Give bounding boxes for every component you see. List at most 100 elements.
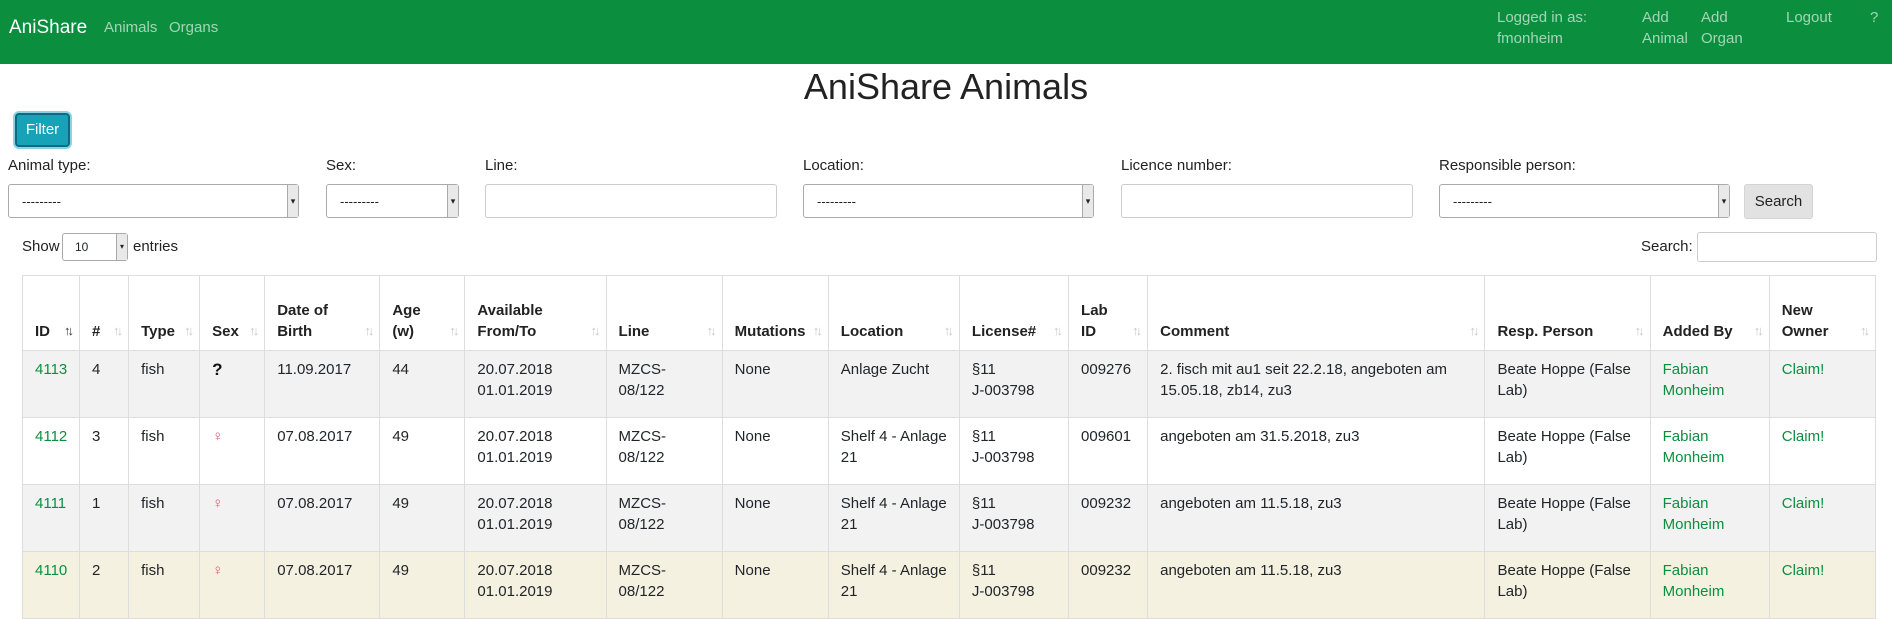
license-text: §11 xyxy=(971,428,996,445)
chevron-down-icon: ▾ xyxy=(1718,185,1729,217)
location-text: Shelf 4 - Anlage xyxy=(840,495,947,512)
col-header-available[interactable]: Available From/To ↑↓ xyxy=(464,275,607,351)
chevron-down-icon: ▾ xyxy=(1082,185,1093,217)
cell-mutations: None xyxy=(721,417,829,485)
location-select[interactable]: --------- ▾ xyxy=(803,184,1094,218)
logged-in-info: Logged in as: fmonheim xyxy=(1497,7,1587,49)
add-animal-label-1: Add xyxy=(1642,9,1669,26)
claim-link[interactable]: Claim! xyxy=(1782,361,1825,378)
add-organ-link[interactable]: Add Organ xyxy=(1701,7,1743,49)
animal-id-link[interactable]: 4110 xyxy=(35,562,67,579)
license-text: J-003798 xyxy=(971,382,1035,399)
col-label: (w) xyxy=(392,323,414,340)
col-header-new-owner[interactable]: New Owner ↑↓ xyxy=(1768,275,1877,351)
col-header-dob[interactable]: Date of Birth ↑↓ xyxy=(264,275,381,351)
cell-comment: angeboten am 11.5.18, zu3 xyxy=(1147,551,1486,619)
entries-select[interactable]: 10 ▾ xyxy=(62,233,128,261)
sort-icon: ↑↓ xyxy=(812,323,823,338)
show-label: Show xyxy=(22,238,60,255)
female-icon: ♀ xyxy=(212,428,224,445)
added-by-last: Monheim xyxy=(1662,516,1725,533)
cell-added-by: Fabian Monheim xyxy=(1649,350,1770,418)
resp-text: Beate Hoppe (False xyxy=(1497,361,1631,378)
col-header-resp[interactable]: Resp. Person ↑↓ xyxy=(1484,275,1651,351)
sex-select[interactable]: --------- ▾ xyxy=(326,184,459,218)
col-header-age[interactable]: Age (w) ↑↓ xyxy=(379,275,466,351)
cell-num: 2 xyxy=(79,551,130,619)
col-header-labid[interactable]: Lab ID ↑↓ xyxy=(1068,275,1149,351)
table-row: 4113 4 fish ? 11.09.2017 44 20.07.2018 01… xyxy=(21,350,1877,418)
licence-input[interactable] xyxy=(1121,184,1413,218)
sort-icon: ↑↓ xyxy=(249,323,259,338)
col-header-comment[interactable]: Comment ↑↓ xyxy=(1147,275,1486,351)
col-label: Added By xyxy=(1662,323,1733,340)
col-header-line[interactable]: Line ↑↓ xyxy=(605,275,723,351)
cell-age: 44 xyxy=(379,350,466,418)
license-text: J-003798 xyxy=(971,449,1035,466)
col-label: # xyxy=(92,323,101,340)
filter-button[interactable]: Filter xyxy=(15,113,70,147)
cell-age: 49 xyxy=(379,417,466,485)
added-by-link[interactable]: Fabian Monheim xyxy=(1663,359,1757,401)
added-by-link[interactable]: Fabian Monheim xyxy=(1663,493,1757,535)
cell-comment: angeboten am 11.5.18, zu3 xyxy=(1147,484,1486,552)
cell-resp: Beate Hoppe (False Lab) xyxy=(1484,417,1651,485)
col-header-added-by[interactable]: Added By ↑↓ xyxy=(1649,275,1770,351)
entries-value: 10 xyxy=(75,240,89,254)
table-search-input[interactable] xyxy=(1697,232,1877,262)
cell-num: 3 xyxy=(79,417,130,485)
animal-id-link[interactable]: 4112 xyxy=(35,428,67,445)
cell-location: Anlage Zucht xyxy=(827,350,960,418)
logout-link[interactable]: Logout xyxy=(1786,7,1832,28)
help-link[interactable]: ? xyxy=(1870,7,1878,28)
added-by-link[interactable]: Fabian Monheim xyxy=(1663,426,1757,468)
col-label: Mutations xyxy=(734,323,806,340)
cell-line: MZCS-08/122 xyxy=(605,484,723,552)
comment-text: 2. fisch mit au1 seit 22.2.18, angeboten… xyxy=(1160,361,1447,378)
cell-license: §11 J-003798 xyxy=(958,551,1070,619)
col-header-id[interactable]: ID ↑↓ xyxy=(21,275,81,351)
line-label: Line: xyxy=(485,157,518,174)
chevron-down-icon: ▾ xyxy=(116,234,127,260)
claim-link[interactable]: Claim! xyxy=(1782,495,1825,512)
claim-link[interactable]: Claim! xyxy=(1782,428,1825,445)
col-header-mutations[interactable]: Mutations ↑↓ xyxy=(721,275,829,351)
sort-icon: ↑↓ xyxy=(1053,323,1063,338)
animal-id-link[interactable]: 4111 xyxy=(35,495,66,512)
cell-labid: 009232 xyxy=(1068,484,1149,552)
col-header-location[interactable]: Location ↑↓ xyxy=(827,275,960,351)
brand-logo[interactable]: AniShare xyxy=(9,17,87,39)
sort-icon: ↑↓ xyxy=(1634,323,1645,338)
nav-link-animals[interactable]: Animals xyxy=(104,17,157,38)
claim-link[interactable]: Claim! xyxy=(1782,562,1825,579)
cell-id: 4110 xyxy=(21,551,81,619)
col-header-license[interactable]: License# ↑↓ xyxy=(958,275,1070,351)
table-row: 4112 3 fish ♀ 07.08.2017 49 20.07.2018 01… xyxy=(21,417,1877,485)
col-label: From/To xyxy=(477,323,537,340)
cell-available: 20.07.2018 01.01.2019 xyxy=(464,350,607,418)
col-header-sex[interactable]: Sex ↑↓ xyxy=(199,275,266,351)
cell-dob: 07.08.2017 xyxy=(264,551,381,619)
location-text: Anlage Zucht xyxy=(840,361,930,378)
nav-link-organs[interactable]: Organs xyxy=(169,17,218,38)
location-text: Shelf 4 - Anlage xyxy=(840,562,947,579)
col-header-type[interactable]: Type ↑↓ xyxy=(128,275,201,351)
added-by-link[interactable]: Fabian Monheim xyxy=(1663,560,1757,602)
cell-mutations: None xyxy=(721,551,829,619)
col-label: Sex xyxy=(212,323,239,340)
resp-text: Lab) xyxy=(1497,382,1528,399)
sort-icon: ↑↓ xyxy=(364,323,374,338)
table-search-label: Search: xyxy=(1641,238,1693,255)
col-header-num[interactable]: # ↑↓ xyxy=(79,275,130,351)
cell-id: 4113 xyxy=(21,350,81,418)
responsible-select[interactable]: --------- ▾ xyxy=(1439,184,1730,218)
col-label: ID xyxy=(1081,323,1097,340)
resp-text: Lab) xyxy=(1497,583,1528,600)
add-animal-link[interactable]: Add Animal xyxy=(1642,7,1688,49)
line-input[interactable] xyxy=(485,184,777,218)
available-from: 20.07.2018 xyxy=(477,361,553,378)
animal-id-link[interactable]: 4113 xyxy=(35,361,67,378)
search-button[interactable]: Search xyxy=(1744,184,1813,219)
cell-line: MZCS-08/122 xyxy=(605,417,723,485)
animal-type-select[interactable]: --------- ▾ xyxy=(8,184,299,218)
